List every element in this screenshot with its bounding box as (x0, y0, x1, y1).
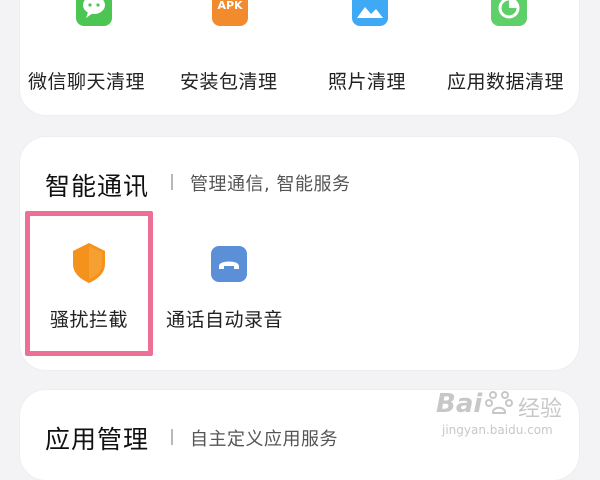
wechat-cleanup-label: 微信聊天清理 (28, 71, 146, 93)
wechat-icon (76, 0, 112, 30)
photo-icon (352, 0, 388, 30)
wechat-cleanup-tool[interactable]: 微信聊天清理 (28, 0, 158, 110)
paw-logo-icon (484, 387, 514, 421)
call-recording-tool[interactable]: 通话自动录音 (166, 242, 306, 337)
section-divider (171, 174, 173, 190)
apk-icon-text: APK (217, 0, 243, 12)
photo-cleanup-tool[interactable]: 照片清理 (328, 0, 418, 110)
section-subtitle-app-management: 自主定义应用服务 (190, 429, 338, 450)
highlight-annotation-box (25, 211, 153, 356)
app-data-cleanup-tool[interactable]: 应用数据清理 (447, 0, 577, 110)
section-subtitle-smart-comm: 管理通信, 智能服务 (190, 174, 351, 195)
watermark-url: jingyan.baidu.com (442, 423, 553, 437)
app-data-cleanup-label: 应用数据清理 (447, 71, 565, 93)
watermark-brand: Bai (436, 389, 483, 419)
photo-cleanup-label: 照片清理 (328, 71, 407, 93)
section-title-app-management: 应用管理 (45, 425, 150, 454)
section-title-smart-comm: 智能通讯 (45, 172, 150, 201)
apk-cleanup-label: 安装包清理 (180, 71, 278, 93)
watermark-suffix: 经验 (518, 397, 563, 422)
baidu-jingyan-watermark: Bai 经验 jingyan.baidu.com (432, 383, 582, 443)
apk-icon: APK (212, 0, 248, 30)
pie-chart-icon (491, 0, 527, 30)
cleanup-card: 微信聊天清理 APK 安装包清理 照片清理 应用数据清理 (20, 0, 579, 115)
section-divider (171, 429, 173, 445)
call-record-icon (211, 246, 247, 286)
apk-cleanup-tool[interactable]: APK 安装包清理 (180, 0, 290, 110)
call-recording-label: 通话自动录音 (166, 309, 284, 331)
